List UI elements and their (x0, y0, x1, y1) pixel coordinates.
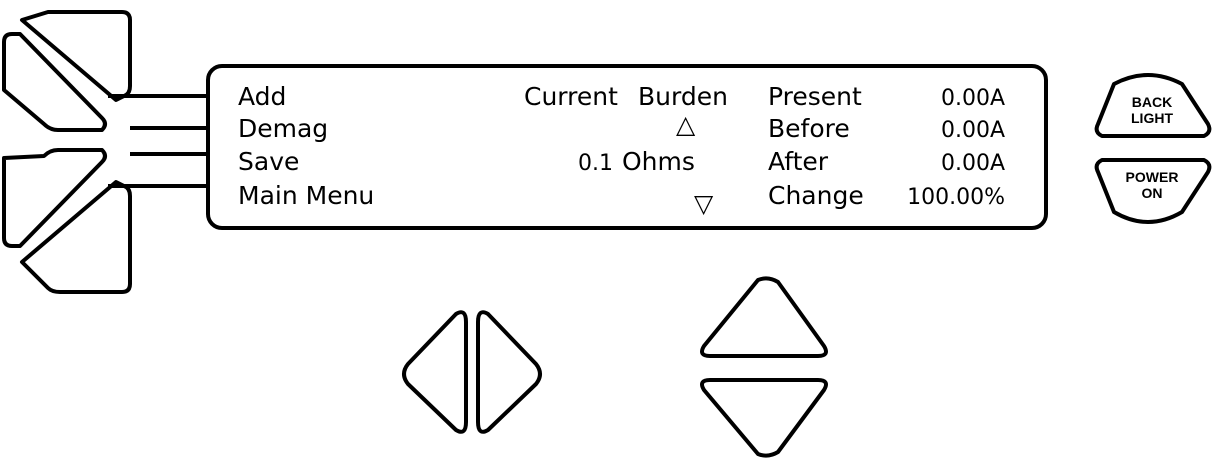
burden-value: 0.1 (578, 151, 613, 176)
front-panel: Add Demag Save Main Menu Current Burden … (2, 10, 1212, 458)
menu-item-add[interactable]: Add (238, 82, 286, 111)
current-header: Current (524, 82, 618, 111)
scroll-up-indicator: △ (676, 110, 696, 139)
reading-label-before: Before (768, 114, 850, 143)
backlight-button[interactable]: BACK LIGHT (1094, 73, 1212, 138)
menu-item-demag[interactable]: Demag (238, 114, 328, 143)
reading-label-after: After (768, 147, 829, 176)
backlight-label-line1: BACK (1132, 94, 1172, 110)
burden-header: Burden (638, 82, 728, 111)
backlight-label-line2: LIGHT (1131, 110, 1173, 126)
reading-value-present: 0.00A (941, 86, 1005, 111)
reading-value-change: 100.00% (907, 185, 1005, 210)
burden-unit: Ohms (622, 147, 695, 176)
reading-value-before: 0.00A (941, 118, 1005, 143)
arrow-left-icon[interactable] (402, 310, 468, 434)
power-label-line2: ON (1142, 185, 1163, 201)
reading-label-present: Present (768, 82, 862, 111)
power-label-line1: POWER (1126, 169, 1179, 185)
power-on-button[interactable]: POWER ON (1094, 158, 1212, 224)
arrow-up-icon[interactable] (700, 276, 828, 358)
menu-item-save[interactable]: Save (238, 147, 299, 176)
menu-item-main-menu[interactable]: Main Menu (238, 181, 374, 210)
reading-value-after: 0.00A (941, 151, 1005, 176)
scroll-down-indicator: ▽ (694, 189, 714, 218)
arrow-down-icon[interactable] (700, 378, 828, 458)
reading-label-change: Change (768, 181, 864, 210)
arrow-right-icon[interactable] (476, 310, 542, 434)
